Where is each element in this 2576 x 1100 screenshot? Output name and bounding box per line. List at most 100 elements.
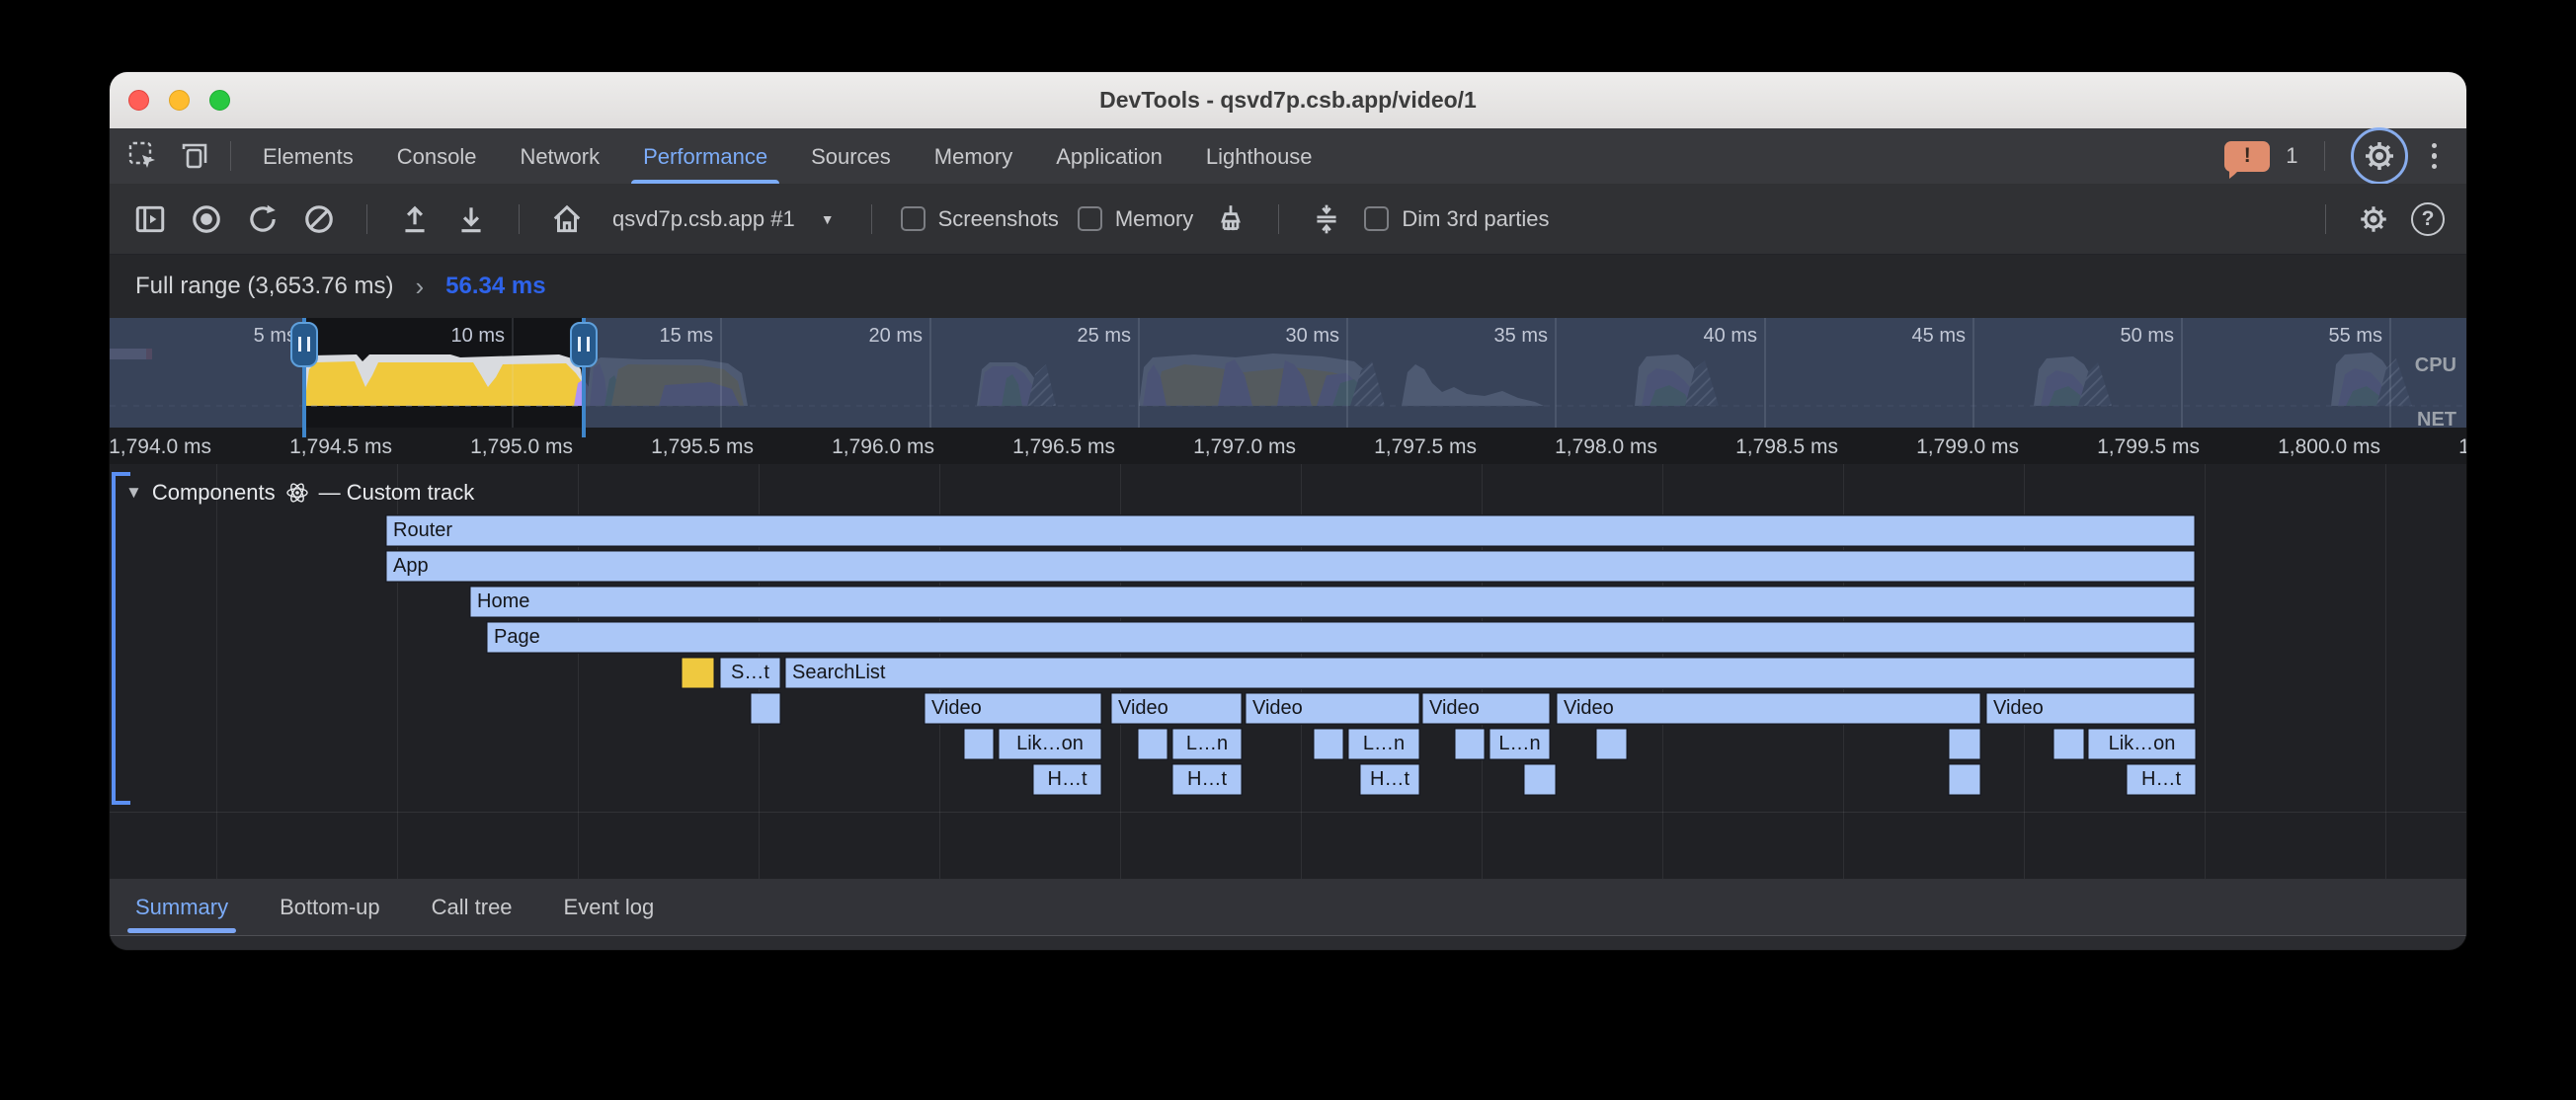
- flame-bar-page[interactable]: Page: [486, 621, 2196, 654]
- ptoolbar-divider: [366, 204, 367, 234]
- flame-bar-router[interactable]: Router: [385, 514, 2196, 547]
- window-bottom-strip: [110, 936, 2466, 950]
- settings-gear-icon[interactable]: [2351, 127, 2408, 185]
- tick-label: 35 ms: [1494, 325, 1548, 347]
- clear-icon[interactable]: [300, 197, 338, 241]
- inspect-element-icon[interactable]: [118, 134, 169, 178]
- flamechart-area[interactable]: ▼ Components — Custom track Router App H…: [110, 464, 2466, 879]
- chevron-right-icon: ›: [415, 272, 424, 302]
- screenshots-checkbox[interactable]: Screenshots: [901, 206, 1059, 232]
- collect-garbage-icon[interactable]: [1212, 197, 1249, 241]
- home-icon[interactable]: [548, 197, 586, 241]
- shortcuts-collapse-icon[interactable]: [1308, 197, 1345, 241]
- react-atom-icon: [285, 481, 309, 505]
- flame-bar-video[interactable]: Video: [1556, 692, 1981, 725]
- screenshots-label: Screenshots: [938, 206, 1059, 232]
- flame-bar-home[interactable]: Home: [469, 586, 2196, 618]
- timeline-overview[interactable]: 5 ms 10 ms 15 ms 20 ms 25 ms 30 ms 35 ms…: [110, 318, 2466, 428]
- issues-count: 1: [2286, 143, 2297, 169]
- tab-performance[interactable]: Performance: [621, 129, 789, 184]
- device-toolbar-icon[interactable]: [169, 134, 220, 178]
- selection-stub: [582, 428, 586, 437]
- reload-record-icon[interactable]: [244, 197, 282, 241]
- flame-bar-video[interactable]: Video: [1421, 692, 1551, 725]
- download-profile-icon[interactable]: [452, 197, 490, 241]
- time-label: 1,794.5 ms: [230, 428, 392, 464]
- tab-call-tree[interactable]: Call tree: [432, 880, 513, 935]
- time-label: 1,797.5 ms: [1315, 428, 1477, 464]
- tab-event-log[interactable]: Event log: [564, 880, 655, 935]
- flame-bar-truncated[interactable]: H…t: [1171, 763, 1243, 796]
- flame-bar-blip[interactable]: [1948, 728, 1981, 760]
- time-label: 1,795.0 ms: [411, 428, 573, 464]
- time-label: 1,794.0 ms: [110, 428, 211, 464]
- tab-application[interactable]: Application: [1034, 129, 1184, 184]
- details-tabbar: Summary Bottom-up Call tree Event log: [110, 879, 2466, 935]
- window-title: DevTools - qsvd7p.csb.app/video/1: [110, 72, 2466, 128]
- flame-bar-blip[interactable]: [1454, 728, 1486, 760]
- tick-label: 20 ms: [869, 325, 923, 347]
- tick-label: 45 ms: [1912, 325, 1966, 347]
- tab-network[interactable]: Network: [498, 129, 621, 184]
- flame-bar-blip[interactable]: [1523, 763, 1557, 796]
- issues-icon[interactable]: !: [2224, 141, 2270, 172]
- checkbox-icon: [901, 206, 926, 231]
- tab-bottom-up[interactable]: Bottom-up: [280, 880, 380, 935]
- flame-bar-blip[interactable]: [2053, 728, 2085, 760]
- flame-bar-video[interactable]: Video: [1245, 692, 1420, 725]
- flame-bar-truncated[interactable]: L…n: [1489, 728, 1551, 760]
- flame-bar-searchlist[interactable]: SearchList: [784, 657, 2196, 689]
- toolbar-divider: [230, 141, 231, 171]
- tab-summary[interactable]: Summary: [135, 880, 228, 935]
- time-label: 1,798.0 ms: [1495, 428, 1657, 464]
- target-selector[interactable]: qsvd7p.csb.app #1 ▼: [604, 206, 843, 232]
- tab-lighthouse[interactable]: Lighthouse: [1184, 129, 1334, 184]
- flame-bar-video[interactable]: Video: [924, 692, 1102, 725]
- chevron-down-icon: ▼: [821, 211, 835, 227]
- flame-bar-blip[interactable]: [963, 728, 995, 760]
- flame-bar-truncated[interactable]: S…t: [719, 657, 781, 689]
- flame-bar-yellow[interactable]: [681, 657, 715, 689]
- flame-bar-truncated[interactable]: L…n: [1171, 728, 1243, 760]
- tab-elements[interactable]: Elements: [241, 129, 375, 184]
- flame-bar-blip[interactable]: [1137, 728, 1168, 760]
- more-options-icon[interactable]: [2424, 139, 2446, 174]
- track-header[interactable]: ▼ Components — Custom track: [125, 480, 474, 506]
- breadcrumb-selection[interactable]: 56.34 ms: [445, 273, 545, 300]
- flame-bar-blip[interactable]: [1595, 728, 1628, 760]
- capture-settings-gear-icon[interactable]: [2355, 197, 2392, 241]
- breadcrumb-full-range[interactable]: Full range (3,653.76 ms): [135, 273, 393, 300]
- toggle-sidebar-icon[interactable]: [131, 197, 169, 241]
- checkbox-icon: [1364, 206, 1389, 231]
- tick-label: 5 ms: [254, 325, 296, 347]
- memory-checkbox[interactable]: Memory: [1078, 206, 1193, 232]
- flame-bar-truncated[interactable]: H…t: [2126, 763, 2197, 796]
- tab-console[interactable]: Console: [375, 129, 499, 184]
- flame-bar-truncated[interactable]: H…t: [1359, 763, 1420, 796]
- time-label: 1,800.0 ms: [2218, 428, 2380, 464]
- flame-bar-truncated[interactable]: Lik…on: [998, 728, 1102, 760]
- flame-bar-truncated[interactable]: L…n: [1347, 728, 1420, 760]
- flame-bar-blip[interactable]: [1313, 728, 1344, 760]
- time-label: 1,798.5 ms: [1676, 428, 1838, 464]
- flame-bar-video[interactable]: Video: [1985, 692, 2196, 725]
- help-icon[interactable]: ?: [2411, 202, 2445, 236]
- tick-label: 25 ms: [1078, 325, 1131, 347]
- flame-bar-blip[interactable]: [750, 692, 781, 725]
- devtools-tabbar: Elements Console Network Performance Sou…: [110, 128, 2466, 185]
- time-label: 1,796.5 ms: [953, 428, 1115, 464]
- tab-memory[interactable]: Memory: [913, 129, 1034, 184]
- flame-bar-truncated[interactable]: Lik…on: [2087, 728, 2197, 760]
- track-selection-bracket: [112, 472, 116, 805]
- memory-label: Memory: [1115, 206, 1193, 232]
- flame-bar-truncated[interactable]: H…t: [1032, 763, 1102, 796]
- record-icon[interactable]: [188, 197, 225, 241]
- tabbar-divider: [2324, 141, 2325, 171]
- upload-profile-icon[interactable]: [396, 197, 434, 241]
- dim-3rd-parties-checkbox[interactable]: Dim 3rd parties: [1364, 206, 1549, 232]
- tab-sources[interactable]: Sources: [789, 129, 913, 184]
- flame-bar-blip[interactable]: [1948, 763, 1981, 796]
- flame-bar-app[interactable]: App: [385, 550, 2196, 583]
- disclosure-triangle-icon[interactable]: ▼: [125, 483, 142, 503]
- flame-bar-video[interactable]: Video: [1110, 692, 1243, 725]
